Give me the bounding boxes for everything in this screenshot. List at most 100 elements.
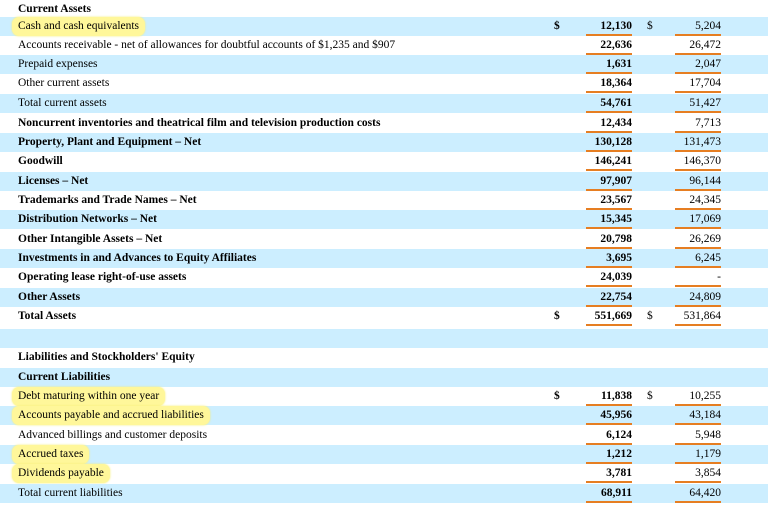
- row-label: Accounts payable and accrued liabilities: [12, 406, 210, 425]
- value-current: 6,124: [586, 426, 632, 445]
- value-current: 97,907: [586, 172, 632, 191]
- value-current: 1,631: [586, 55, 632, 74]
- value-prior: 531,864: [675, 307, 721, 326]
- table-row-total-assets: Total Assets $ 551,669 $ 531,864: [0, 307, 768, 326]
- balance-sheet: Current Assets Cash and cash equivalents…: [0, 0, 768, 510]
- row-label: Accrued taxes: [12, 445, 90, 464]
- value-prior: -: [675, 268, 721, 287]
- value-prior: 3,854: [675, 464, 721, 483]
- table-row: Other Assets 22,754 24,809: [0, 288, 768, 307]
- value-prior: 131,473: [675, 133, 721, 152]
- row-label: Accounts receivable - net of allowances …: [18, 39, 396, 51]
- row-label: Total current liabilities: [18, 487, 123, 499]
- value-current: 3,781: [586, 464, 632, 483]
- table-row: Debt maturing within one year $ 11,838 $…: [0, 387, 768, 406]
- table-row: Cash and cash equivalents $ 12,130 $ 5,2…: [0, 17, 768, 36]
- value-current: 3,695: [586, 249, 632, 268]
- table-row: Other current assets 18,364 17,704: [0, 74, 768, 93]
- row-label: Licenses – Net: [18, 175, 89, 187]
- row-label: Total current assets: [18, 97, 107, 109]
- row-label: Investments in and Advances to Equity Af…: [18, 252, 257, 264]
- row-label: Cash and cash equivalents: [12, 17, 146, 36]
- table-row: Accrued taxes 1,212 1,179: [0, 445, 768, 464]
- value-prior: 146,370: [675, 152, 721, 171]
- row-label: Property, Plant and Equipment – Net: [18, 136, 202, 148]
- value-prior: 24,345: [675, 191, 721, 210]
- dollar-sign: $: [554, 390, 560, 402]
- value-prior: 64,420: [675, 484, 721, 503]
- row-label: Distribution Networks – Net: [18, 213, 157, 225]
- value-prior: 51,427: [675, 94, 721, 113]
- table-row: Advanced billings and customer deposits …: [0, 426, 768, 445]
- value-prior: 7,713: [675, 114, 721, 133]
- value-prior: 24,809: [675, 288, 721, 307]
- dollar-sign: $: [554, 20, 560, 32]
- value-current: 68,911: [586, 484, 632, 503]
- value-prior: 26,269: [675, 230, 721, 249]
- value-prior: 17,069: [675, 210, 721, 229]
- value-current: 20,798: [586, 230, 632, 249]
- row-label: Other Assets: [18, 291, 81, 303]
- table-row: Total current liabilities 68,911 64,420: [0, 484, 768, 503]
- row-label: Advanced billings and customer deposits: [18, 429, 208, 441]
- dollar-sign: $: [647, 20, 653, 32]
- value-prior: 10,255: [675, 387, 721, 406]
- value-current: 24,039: [586, 268, 632, 287]
- row-label: Other Intangible Assets – Net: [18, 233, 163, 245]
- table-row: Accounts receivable - net of allowances …: [0, 36, 768, 55]
- value-current: 22,754: [586, 288, 632, 307]
- value-current: 12,434: [586, 114, 632, 133]
- value-current: 11,838: [586, 387, 632, 406]
- value-prior: 96,144: [675, 172, 721, 191]
- row-label: Operating lease right-of-use assets: [18, 271, 187, 283]
- value-current: 54,761: [586, 94, 632, 113]
- dollar-sign: $: [647, 390, 653, 402]
- row-label: Prepaid expenses: [18, 58, 98, 70]
- row-label: Other current assets: [18, 77, 110, 89]
- row-label: Total Assets: [18, 310, 77, 322]
- table-row: Dividends payable 3,781 3,854: [0, 464, 768, 483]
- table-row: Goodwill 146,241 146,370: [0, 152, 768, 171]
- row-label: Goodwill: [18, 155, 63, 167]
- value-current: 551,669: [586, 307, 632, 326]
- value-current: 22,636: [586, 36, 632, 55]
- value-current: 15,345: [586, 210, 632, 229]
- table-row: Accounts payable and accrued liabilities…: [0, 406, 768, 425]
- row-label: Trademarks and Trade Names – Net: [18, 194, 197, 206]
- section-title: Liabilities and Stockholders' Equity: [18, 351, 195, 363]
- value-prior: 6,245: [675, 249, 721, 268]
- section-title: Current Liabilities: [18, 371, 111, 383]
- value-current: 23,567: [586, 191, 632, 210]
- table-row: Prepaid expenses 1,631 2,047: [0, 55, 768, 74]
- table-row: Other Intangible Assets – Net 20,798 26,…: [0, 230, 768, 249]
- value-prior: 26,472: [675, 36, 721, 55]
- value-prior: 2,047: [675, 55, 721, 74]
- dollar-sign: $: [554, 310, 560, 322]
- value-prior: 5,204: [675, 17, 721, 36]
- section-header-current-liabilities: Current Liabilities: [0, 368, 768, 387]
- table-row: Noncurrent inventories and theatrical fi…: [0, 114, 768, 133]
- value-prior: 43,184: [675, 406, 721, 425]
- value-current: 1,212: [586, 445, 632, 464]
- value-prior: 5,948: [675, 426, 721, 445]
- row-label: Dividends payable: [12, 464, 110, 483]
- dollar-sign: $: [647, 310, 653, 322]
- table-row: Trademarks and Trade Names – Net 23,567 …: [0, 191, 768, 210]
- table-row: Licenses – Net 97,907 96,144: [0, 172, 768, 191]
- value-current: 18,364: [586, 74, 632, 93]
- value-prior: 1,179: [675, 445, 721, 464]
- value-current: 130,128: [586, 133, 632, 152]
- table-row: Property, Plant and Equipment – Net 130,…: [0, 133, 768, 152]
- table-row: Investments in and Advances to Equity Af…: [0, 249, 768, 268]
- row-label: Debt maturing within one year: [12, 387, 166, 406]
- row-label: Noncurrent inventories and theatrical fi…: [18, 117, 381, 129]
- value-current: 12,130: [586, 17, 632, 36]
- value-current: 146,241: [586, 152, 632, 171]
- table-row: Distribution Networks – Net 15,345 17,06…: [0, 210, 768, 229]
- table-row: Total current assets 54,761 51,427: [0, 94, 768, 113]
- table-row: Operating lease right-of-use assets 24,0…: [0, 268, 768, 287]
- section-header-liabilities: Liabilities and Stockholders' Equity: [0, 348, 768, 367]
- value-current: 45,956: [586, 406, 632, 425]
- spacer-row: [0, 329, 768, 348]
- value-prior: 17,704: [675, 74, 721, 93]
